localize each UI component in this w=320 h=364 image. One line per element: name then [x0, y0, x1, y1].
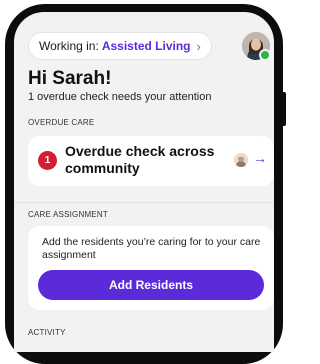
- care-assignment-card: Add the residents you’re caring for to y…: [28, 226, 274, 310]
- location-selector[interactable]: Working in: Assisted Living ›: [28, 32, 212, 60]
- app-screen: Working in: Assisted Living › Hi Sarah! …: [14, 12, 274, 352]
- location-name: Assisted Living: [101, 39, 191, 53]
- arrow-right-icon: →: [253, 150, 267, 166]
- overdue-check-title: Overdue check across community: [65, 143, 215, 176]
- chevron-right-icon: ›: [196, 38, 201, 54]
- location-prefix: Working in:: [39, 39, 99, 53]
- overdue-count-badge: 1: [38, 151, 57, 170]
- online-status-dot: [259, 49, 271, 61]
- greeting-subtitle: 1 overdue check needs your attention: [28, 91, 212, 103]
- resident-avatar-icon: [234, 153, 248, 167]
- header: Working in: Assisted Living ›: [28, 32, 271, 62]
- phone-side-button: [282, 92, 286, 126]
- activity-label: ACTIVITY: [28, 328, 66, 337]
- section-divider: [14, 202, 274, 203]
- overdue-care-label: OVERDUE CARE: [28, 118, 95, 127]
- care-assignment-description: Add the residents you’re caring for to y…: [42, 236, 261, 261]
- profile-avatar[interactable]: [242, 32, 271, 61]
- overdue-check-card[interactable]: 1 Overdue check across community →: [28, 136, 274, 186]
- care-assignment-label: CARE ASSIGNMENT: [28, 210, 108, 219]
- add-residents-button[interactable]: Add Residents: [38, 270, 264, 300]
- greeting-title: Hi Sarah!: [28, 68, 112, 89]
